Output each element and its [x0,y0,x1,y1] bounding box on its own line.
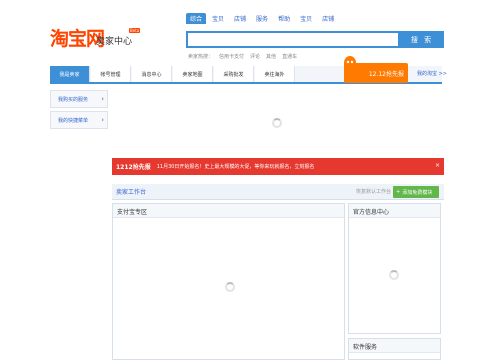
software-service-panel: 软件服务 [348,338,441,360]
search-tab-help[interactable]: 帮助 [274,13,294,24]
search-input[interactable] [186,31,400,48]
official-info-title: 官方信息中心 [349,204,440,218]
seller-center-title: 卖家中心 [96,37,133,47]
nav-item-messages[interactable]: 消息中心 [132,66,172,82]
add-module-button[interactable]: + 添加免费模块 [393,186,439,198]
alipay-panel-title: 支付宝专区 [113,204,344,218]
close-icon[interactable]: × [435,162,440,169]
sidebar-item-label: 我购买的服务 [58,96,89,103]
search-tab-service[interactable]: 服务 [252,13,272,24]
sidebar-item-shortcut-menu[interactable]: 我的快捷菜单 › [50,111,108,129]
workspace-title: 卖家工作台 [116,189,147,196]
nav-item-map[interactable]: 卖家地图 [173,66,213,82]
nav-item-account[interactable]: 帐号管理 [91,66,131,82]
mascot-icon [344,56,356,80]
hotword-link[interactable]: 直通车 [282,53,297,60]
chevron-right-icon: › [101,95,104,103]
search-button[interactable]: 搜 索 [400,31,444,48]
search-tab-all[interactable]: 综合 [186,13,207,24]
hotword-link[interactable]: 其他 [266,53,276,60]
alipay-panel: 支付宝专区 [112,203,345,360]
plus-icon: + [396,189,401,195]
search-tab-item-2[interactable]: 宝贝 [296,13,316,24]
chevron-right-icon: › [101,116,104,124]
sidebar-item-label: 我的快捷菜单 [58,117,89,124]
restore-default-link[interactable]: 恢复默认工作台 [356,188,391,195]
banner-text: 11月30日开始报名！史上最大规模的大促，等你来玩就报名，立刻报名 [156,164,315,170]
add-module-label: 添加免费模块 [402,189,433,196]
beta-badge: Beta [129,28,141,33]
hotword-link[interactable]: 信用卡支付 [219,53,244,60]
hotwords-bar: 卖家热搜： 信用卡支付 评论 其他 直通车 [188,53,297,60]
hotword-link[interactable]: 评论 [250,53,260,60]
search-tab-shop-2[interactable]: 店铺 [318,13,338,24]
search-tab-shop[interactable]: 店铺 [230,13,250,24]
nav-item-wholesale[interactable]: 采购批发 [214,66,254,82]
nav-item-overseas[interactable]: 卖往海外 [255,66,295,82]
loading-spinner-icon [272,118,282,128]
promo-banner[interactable]: 1212抢先报 11月30日开始报名！史上最大规模的大促，等你来玩就报名，立刻报… [112,158,444,175]
software-service-title: 软件服务 [349,339,440,353]
my-taobao-link[interactable]: 我的淘宝 >> [417,70,447,77]
search-tab-item[interactable]: 宝贝 [208,13,228,24]
loading-spinner-icon [389,270,399,280]
banner-title: 1212抢先报 [116,164,151,171]
nav-item-seller[interactable]: 我是卖家 [50,66,90,82]
loading-spinner-icon [225,282,235,292]
search-tabs: 综合 宝贝 店铺 服务 帮助 宝贝 店铺 [186,13,338,24]
sidebar-item-purchased-services[interactable]: 我购买的服务 › [50,90,108,108]
hotwords-label: 卖家热搜： [188,54,214,60]
official-info-panel: 官方信息中心 [348,203,441,334]
